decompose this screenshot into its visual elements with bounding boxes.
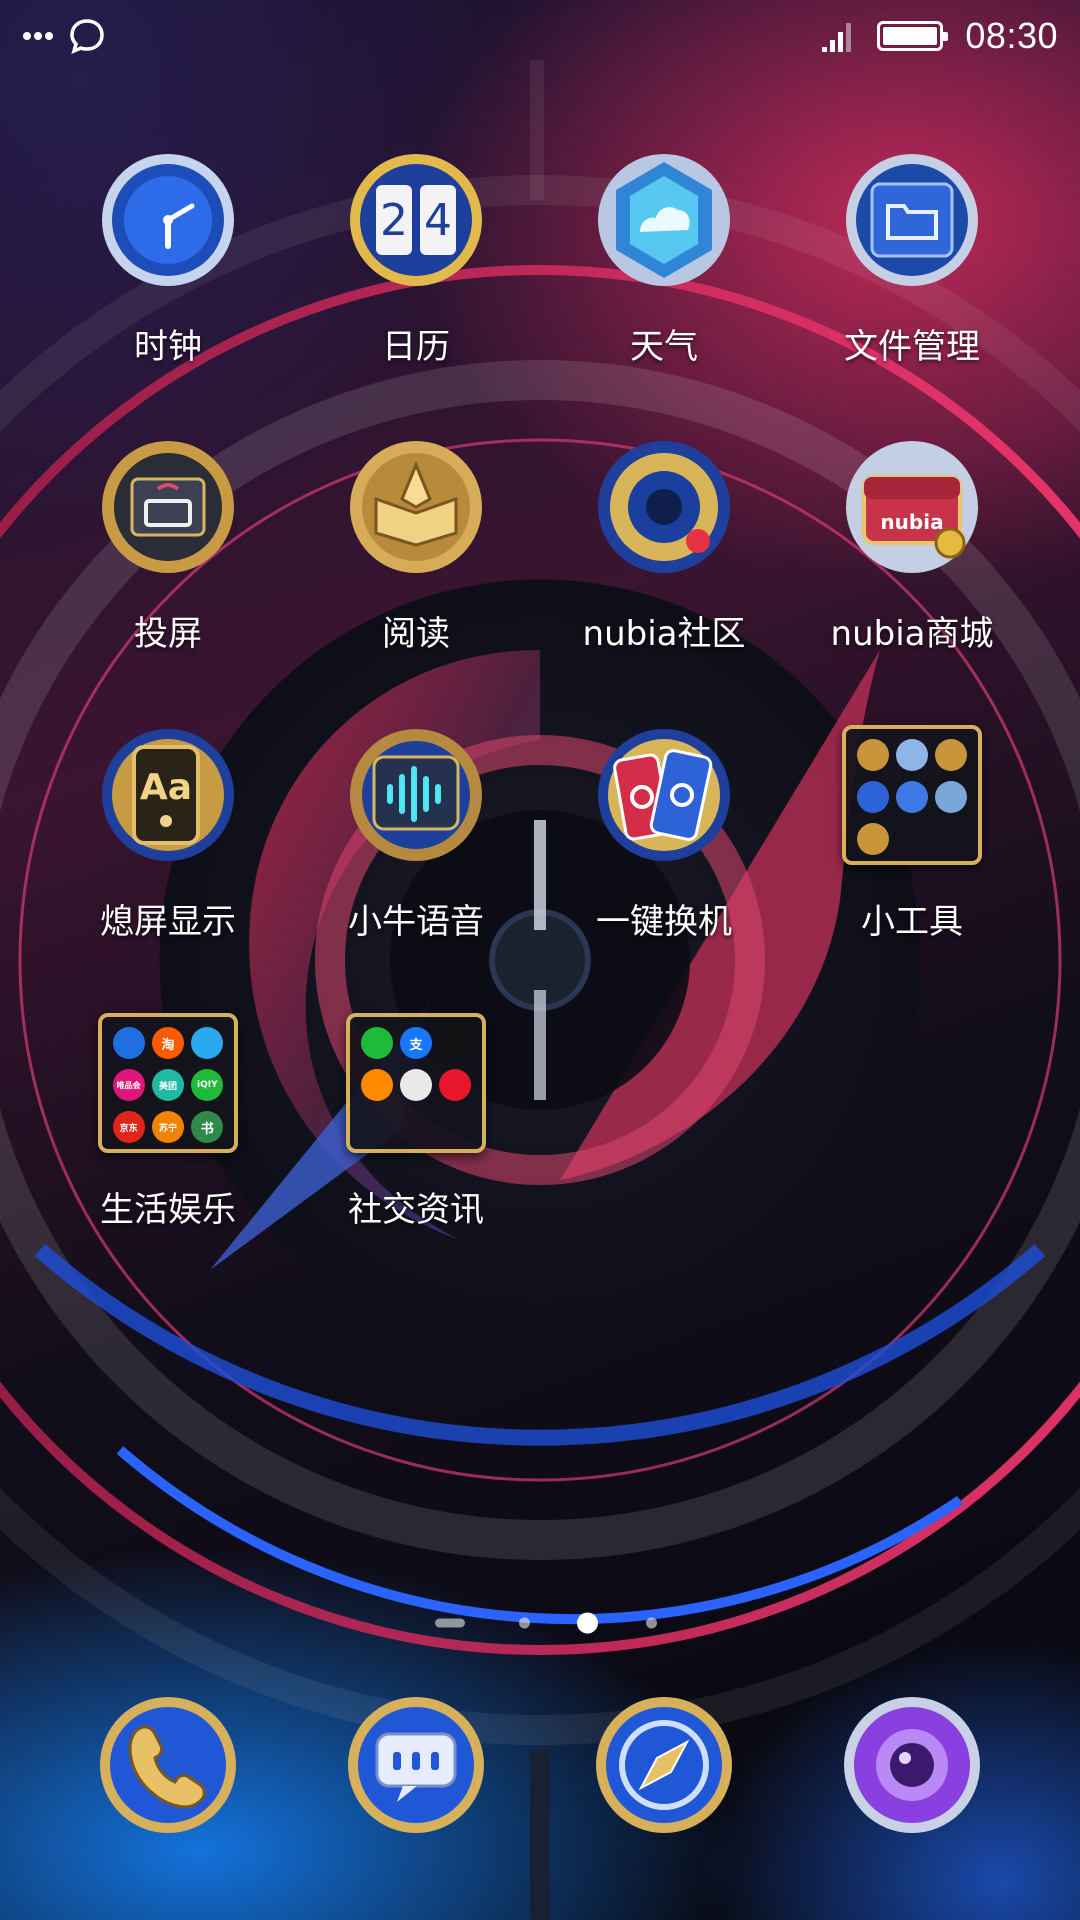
video-mini-icon (399, 1069, 432, 1101)
mini-app-icon (112, 1027, 145, 1059)
phone-clone-icon (598, 729, 730, 861)
page-dot[interactable] (646, 1617, 657, 1629)
app-voice-assistant[interactable]: 小牛语音 (292, 720, 540, 980)
calendar-digit-1: 2 (380, 195, 408, 246)
app-nubia-community[interactable]: nubia社区 (540, 432, 788, 692)
calendar-icon: 2 4 (350, 154, 482, 286)
phone-icon (100, 1697, 236, 1833)
app-clock[interactable]: 时钟 (44, 145, 292, 405)
battery-level (883, 27, 938, 45)
app-label: nubia社区 (582, 614, 746, 654)
page-dot[interactable] (519, 1617, 530, 1629)
iqiyi-mini-icon: iQIY (191, 1069, 224, 1101)
app-label: 社交资讯 (348, 1190, 484, 1230)
life-entertainment-folder-icon: 淘 唯品会 美团 iQIY 京东 苏宁 书 (98, 1013, 238, 1153)
more-dots-icon (23, 32, 53, 40)
app-nubia-store[interactable]: nubia nubia商城 (788, 432, 1036, 692)
calendar-digit-2: 4 (424, 195, 452, 246)
uc-mini-icon (360, 1069, 393, 1101)
store-brand-text: nubia (880, 510, 943, 534)
nubia-store-icon: nubia (846, 441, 978, 573)
mini-app-icon (856, 781, 889, 813)
mini-app-icon (191, 1027, 224, 1059)
mini-app-icon (895, 781, 928, 813)
reading-icon (350, 441, 482, 573)
app-label: 熄屏显示 (100, 902, 236, 942)
app-label: 小工具 (861, 902, 963, 942)
meituan-mini-icon: 美团 (151, 1069, 184, 1101)
folder-tools[interactable]: 小工具 (788, 720, 1036, 980)
folder-life-entertainment[interactable]: 淘 唯品会 美团 iQIY 京东 苏宁 书 生活娱乐 (44, 1008, 292, 1268)
weibo-mini-icon (439, 1069, 472, 1101)
wechat-mini-icon (360, 1027, 393, 1059)
tools-folder-icon (842, 725, 982, 865)
app-label: nubia商城 (830, 614, 994, 654)
dock-camera[interactable] (832, 1685, 992, 1845)
social-news-folder-icon: 支 (346, 1013, 486, 1153)
mini-app-icon (856, 823, 889, 855)
mini-app-icon (856, 739, 889, 771)
home-screen: 08:30 时钟 2 4 日历 天气 文件管理 投屏 阅读 nubia社区 nu… (0, 0, 1080, 1920)
app-label: 文件管理 (844, 327, 980, 367)
vip-mini-icon: 唯品会 (112, 1069, 145, 1101)
mini-app-icon (895, 739, 928, 771)
app-weather[interactable]: 天气 (540, 145, 788, 405)
page-dot-current[interactable] (577, 1612, 598, 1634)
clock-icon (102, 154, 234, 286)
weather-icon (598, 154, 730, 286)
chat-bubble-icon (70, 19, 104, 55)
qq-mini-icon (439, 1027, 472, 1059)
status-time: 08:30 (965, 15, 1058, 56)
suning-mini-icon: 苏宁 (151, 1111, 184, 1143)
file-manager-icon (846, 154, 978, 286)
nubia-community-icon (598, 441, 730, 573)
dock-phone[interactable] (88, 1685, 248, 1845)
folder-social-news[interactable]: 支 社交资讯 (292, 1008, 540, 1268)
ambient-display-icon: Aa (102, 729, 234, 861)
app-phone-clone[interactable]: 一键换机 (540, 720, 788, 980)
camera-icon (844, 1697, 980, 1833)
screen-cast-icon (102, 441, 234, 573)
app-screen-cast[interactable]: 投屏 (44, 432, 292, 692)
mini-app-icon (935, 781, 968, 813)
app-label: 日历 (382, 327, 450, 367)
app-label: 生活娱乐 (100, 1190, 236, 1230)
app-label: 时钟 (134, 327, 202, 367)
ambient-display-text: Aa (140, 767, 192, 808)
jd-mini-icon: 京东 (112, 1111, 145, 1143)
app-label: 天气 (630, 327, 698, 367)
app-ambient-display[interactable]: Aa 熄屏显示 (44, 720, 292, 980)
compass-icon (596, 1697, 732, 1833)
taobao-mini-icon: 淘 (151, 1027, 184, 1059)
app-label: 一键换机 (596, 902, 732, 942)
message-icon (348, 1697, 484, 1833)
app-calendar[interactable]: 2 4 日历 (292, 145, 540, 405)
alipay-mini-icon: 支 (399, 1027, 432, 1059)
app-label: 阅读 (382, 614, 450, 654)
app-label: 小牛语音 (348, 902, 484, 942)
dock-browser[interactable] (584, 1685, 744, 1845)
status-bar: 08:30 (0, 0, 1080, 72)
mini-app-icon (935, 739, 968, 771)
dock-messages[interactable] (336, 1685, 496, 1845)
voice-assistant-icon (350, 729, 482, 861)
app-reading[interactable]: 阅读 (292, 432, 540, 692)
battery-icon (877, 21, 949, 51)
book-mini-icon: 书 (191, 1111, 224, 1143)
app-label: 投屏 (134, 614, 202, 654)
page-indicator[interactable] (0, 1608, 1080, 1638)
signal-icon (822, 23, 852, 52)
page-dot-home[interactable] (435, 1618, 465, 1628)
app-file-manager[interactable]: 文件管理 (788, 145, 1036, 405)
